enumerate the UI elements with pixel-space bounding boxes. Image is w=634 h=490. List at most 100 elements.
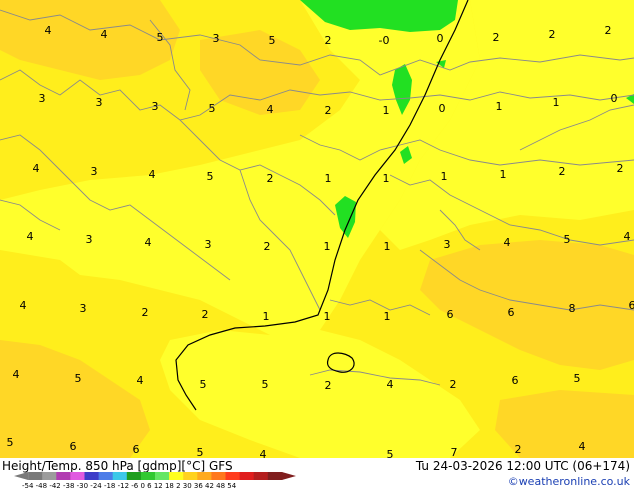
- value-label: 4: [27, 230, 34, 243]
- value-label: 6: [629, 299, 634, 312]
- value-label: 1: [384, 240, 391, 253]
- value-label: 6: [70, 440, 77, 453]
- value-label: 1: [441, 170, 448, 183]
- scale-swatch: [197, 472, 212, 480]
- value-label: 5: [269, 34, 276, 47]
- scale-swatch: [112, 472, 128, 480]
- value-label: 2: [617, 162, 624, 175]
- value-label: 5: [387, 448, 394, 458]
- value-label: 7: [451, 446, 458, 458]
- credit-link[interactable]: ©weatheronline.co.uk: [508, 475, 630, 488]
- scale-swatch: [70, 472, 85, 480]
- scale-swatch: [42, 472, 57, 480]
- value-label: 5: [564, 233, 571, 246]
- value-label: 5: [157, 31, 164, 44]
- valid-time: Tu 24-03-2026 12:00 UTC (06+174): [415, 459, 630, 473]
- value-label: 4: [267, 103, 274, 116]
- value-label: 4: [45, 24, 52, 37]
- value-label: 2: [559, 165, 566, 178]
- value-label: 3: [86, 233, 93, 246]
- value-label: 3: [39, 92, 46, 105]
- scale-swatch: [253, 472, 269, 480]
- value-label: 0: [437, 32, 444, 45]
- value-label: 5: [200, 378, 207, 391]
- value-label: 2: [493, 31, 500, 44]
- value-label: 4: [33, 162, 40, 175]
- value-label: 5: [209, 102, 216, 115]
- value-label: 6: [133, 443, 140, 456]
- scale-swatch: [267, 472, 283, 480]
- value-label: 4: [149, 168, 156, 181]
- color-scale: [14, 472, 296, 480]
- value-label: 3: [213, 32, 220, 45]
- value-label: 2: [142, 306, 149, 319]
- value-label: 6: [447, 308, 454, 321]
- weather-map: 4 4 5 3 5 2 -0 0 2 2 2 3 3 3 5 4 2 1 0 1 1 0 4 3 4 5 2 1 1 1 1 2 2 4 3 4 3 2 1…: [0, 0, 634, 458]
- scale-swatch: [126, 472, 142, 480]
- value-label: 3: [91, 165, 98, 178]
- value-label: 1: [500, 168, 507, 181]
- value-label: 2: [515, 443, 522, 456]
- value-label: 5: [75, 372, 82, 385]
- value-label: 1: [496, 100, 503, 113]
- value-label: 3: [205, 238, 212, 251]
- scale-swatch: [84, 472, 100, 480]
- value-label: 4: [137, 374, 144, 387]
- scale-arrow-left: [14, 472, 29, 480]
- value-label: 2: [267, 172, 274, 185]
- map-title: Height/Temp. 850 hPa [gdmp][°C] GFS: [2, 459, 233, 473]
- value-label: 3: [444, 238, 451, 251]
- value-label: 0: [439, 102, 446, 115]
- value-label: 4: [504, 236, 511, 249]
- value-label: 0: [611, 92, 618, 105]
- value-label: 2: [605, 24, 612, 37]
- scale-arrow-right: [281, 472, 296, 480]
- value-label: 2: [450, 378, 457, 391]
- map-footer: Height/Temp. 850 hPa [gdmp][°C] GFS Tu 2…: [0, 458, 634, 490]
- scale-swatch: [28, 472, 43, 480]
- value-label: 1: [383, 104, 390, 117]
- scale-swatch: [225, 472, 241, 480]
- scale-swatch: [183, 472, 198, 480]
- value-label: 2: [264, 240, 271, 253]
- value-label: 1: [325, 172, 332, 185]
- value-label: 6: [512, 374, 519, 387]
- value-label: 1: [263, 310, 270, 323]
- value-label: 6: [508, 306, 515, 319]
- color-scale-labels: -54 -48 -42 -38 -30 -24 -18 -12 -6 0 6 1…: [22, 482, 237, 490]
- value-label: 5: [207, 170, 214, 183]
- scale-swatch: [169, 472, 184, 480]
- value-label: 5: [574, 372, 581, 385]
- value-label: -0: [379, 34, 390, 47]
- scale-swatch: [239, 472, 255, 480]
- value-label: 3: [152, 100, 159, 113]
- value-label: 5: [197, 446, 204, 458]
- value-label: 1: [383, 172, 390, 185]
- value-label: 4: [20, 299, 27, 312]
- scale-swatch: [140, 472, 156, 480]
- value-label: 2: [325, 34, 332, 47]
- value-label: 4: [624, 230, 631, 243]
- scale-swatch: [155, 472, 170, 480]
- value-label: 1: [553, 96, 560, 109]
- value-label: 3: [80, 302, 87, 315]
- value-label: 5: [7, 436, 14, 449]
- value-label: 4: [579, 440, 586, 453]
- value-label: 2: [202, 308, 209, 321]
- value-label: 5: [262, 378, 269, 391]
- value-label: 2: [325, 104, 332, 117]
- value-label: 1: [324, 240, 331, 253]
- scale-swatch: [211, 472, 226, 480]
- value-label: 1: [324, 310, 331, 323]
- scale-swatch: [56, 472, 71, 480]
- value-label: 4: [101, 28, 108, 41]
- scale-swatch: [98, 472, 114, 480]
- value-label: 1: [384, 310, 391, 323]
- value-label: 2: [549, 28, 556, 41]
- value-label: 3: [96, 96, 103, 109]
- value-label: 4: [387, 378, 394, 391]
- value-label: 4: [145, 236, 152, 249]
- value-label: 2: [325, 379, 332, 392]
- value-label: 4: [260, 448, 267, 458]
- value-label: 4: [13, 368, 20, 381]
